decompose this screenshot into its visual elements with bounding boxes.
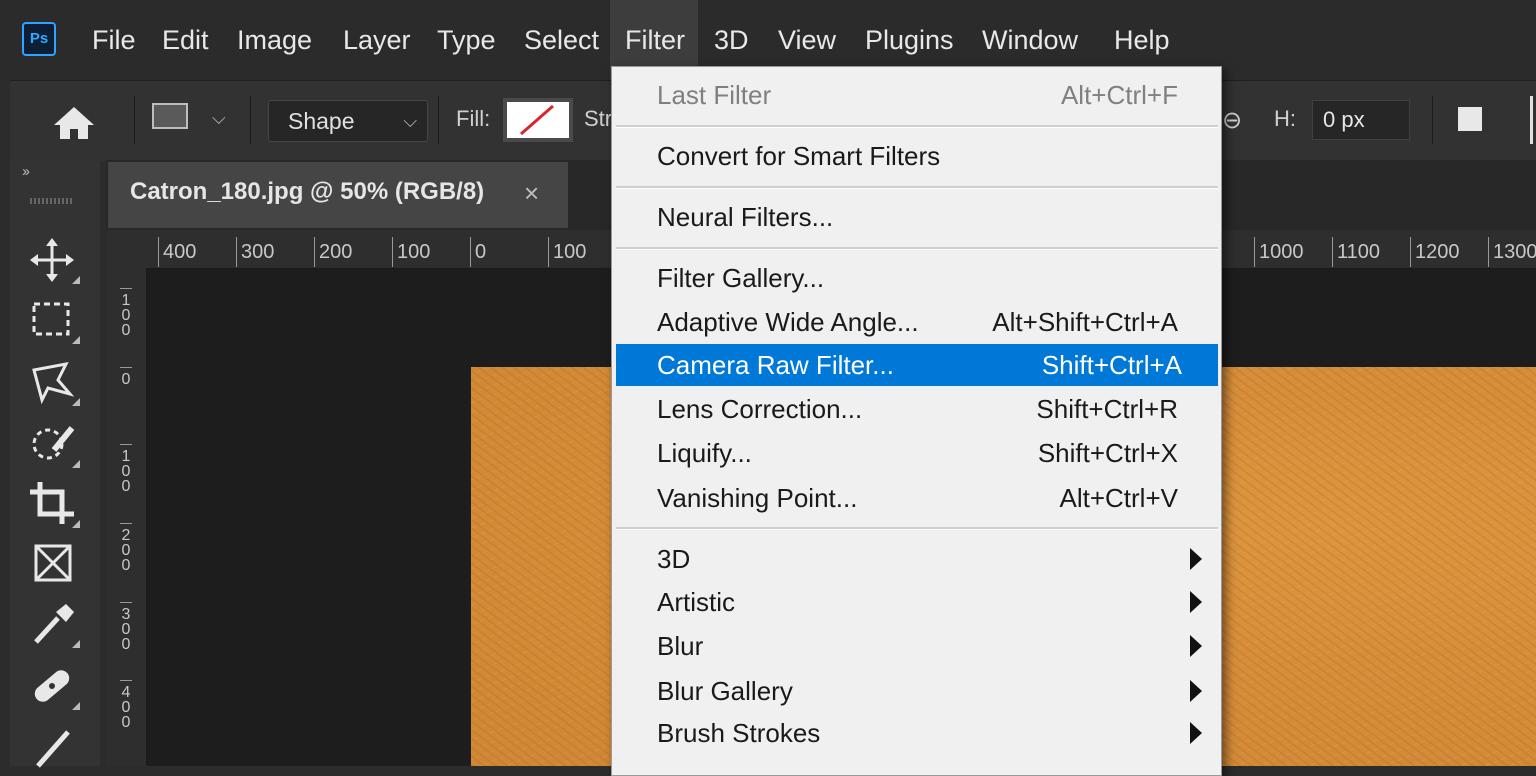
options-divider (134, 96, 135, 144)
panel-grip[interactable] (30, 198, 74, 204)
menu-item-shortcut: Shift+Ctrl+X (1037, 438, 1178, 468)
shape-mode-swatch[interactable] (152, 103, 188, 129)
ruler-tick-label: 2 0 0 (120, 523, 132, 574)
menu-item-label: Adaptive Wide Angle... (657, 307, 919, 337)
menu-item-adaptive-wide-angle[interactable]: Adaptive Wide Angle... Alt+Shift+Ctrl+A (612, 301, 1216, 343)
menu-item-blur[interactable]: Blur (612, 625, 1216, 667)
ruler-tick-label: 0 (470, 237, 486, 267)
move-tool-icon[interactable] (28, 236, 80, 284)
menu-item-label: Camera Raw Filter... (657, 350, 894, 380)
path-operations-icon[interactable] (1458, 107, 1482, 131)
fill-label: Fill: (456, 106, 491, 131)
menu-item-shortcut: Alt+Shift+Ctrl+A (992, 307, 1178, 337)
quick-selection-tool-icon[interactable] (28, 420, 80, 468)
options-divider (1432, 96, 1433, 144)
stroke-label: Str (584, 106, 613, 131)
menu-item-label: Convert for Smart Filters (657, 141, 941, 171)
healing-brush-tool-icon[interactable] (28, 662, 80, 710)
fill-swatch[interactable] (503, 98, 573, 142)
ruler-tick-label: 1000 (1254, 237, 1304, 267)
menu-item-label: Brush Strokes (657, 718, 821, 748)
menu-item-label: Vanishing Point... (657, 483, 858, 513)
menu-item-shortcut: Shift+Ctrl+R (1036, 394, 1178, 424)
document-tab-title: Catron_180.jpg @ 50% (RGB/8) (130, 178, 485, 205)
submenu-arrow-icon (1190, 591, 1202, 613)
menu-item-label: Blur (657, 631, 704, 661)
menu-select[interactable]: Select (510, 0, 613, 80)
photoshop-logo[interactable]: Ps (22, 22, 56, 56)
menu-item-liquify[interactable]: Liquify... Shift+Ctrl+X (612, 432, 1216, 474)
menu-image[interactable]: Image (223, 0, 326, 80)
menu-item-label: Lens Correction... (657, 394, 863, 424)
ruler-tick-label: 400 (158, 237, 196, 267)
chevron-down-icon: ⌵ (403, 111, 417, 131)
home-icon[interactable] (52, 105, 96, 141)
ruler-tick-label: 200 (314, 237, 352, 267)
filter-menu: Last Filter Alt+Ctrl+F Convert for Smart… (611, 66, 1222, 776)
menu-item-artistic[interactable]: Artistic (612, 581, 1216, 623)
menu-item-neural-filters[interactable]: Neural Filters... (612, 196, 1216, 238)
menu-layer[interactable]: Layer (329, 0, 425, 80)
marquee-tool-icon[interactable] (28, 296, 80, 344)
options-divider (438, 96, 439, 144)
ruler-tick-label: 1200 (1410, 237, 1460, 267)
submenu-arrow-icon (1190, 548, 1202, 570)
height-input[interactable]: 0 px (1312, 100, 1410, 140)
brush-tool-icon[interactable] (28, 722, 80, 770)
ruler-tick-label: 4 0 0 (120, 680, 132, 731)
ruler-tick-label: 300 (236, 237, 274, 267)
submenu-arrow-icon (1190, 722, 1202, 744)
close-icon[interactable]: × (524, 178, 539, 209)
menu-item-vanishing-point[interactable]: Vanishing Point... Alt+Ctrl+V (612, 477, 1216, 519)
menu-separator (616, 527, 1218, 530)
menu-file[interactable]: File (78, 0, 150, 80)
frame-tool-icon[interactable] (28, 540, 80, 588)
mode-select-value: Shape (288, 108, 355, 134)
lasso-tool-icon[interactable] (28, 358, 80, 406)
menu-item-3d[interactable]: 3D (612, 538, 1216, 580)
menu-item-shortcut: Alt+Ctrl+F (1060, 80, 1178, 110)
menu-item-shortcut: Alt+Ctrl+V (1059, 483, 1179, 513)
ruler-tick-label: 0 (120, 367, 132, 388)
crop-tool-icon[interactable] (28, 480, 80, 528)
menu-item-last-filter[interactable]: Last Filter Alt+Ctrl+F (612, 74, 1216, 116)
menu-item-camera-raw-filter[interactable]: Camera Raw Filter... Shift+Ctrl+A (616, 344, 1218, 386)
menu-item-label: Artistic (657, 587, 735, 617)
menu-item-filter-gallery[interactable]: Filter Gallery... (612, 257, 1216, 299)
submenu-arrow-icon (1190, 635, 1202, 657)
options-divider (1530, 96, 1533, 144)
submenu-arrow-icon (1190, 680, 1202, 702)
menu-item-label: Neural Filters... (657, 202, 834, 232)
height-label: H: (1274, 106, 1296, 131)
ruler-tick-label: 100 (392, 237, 430, 267)
menu-item-blur-gallery[interactable]: Blur Gallery (612, 670, 1216, 712)
ruler-tick-label: 1 0 0 (120, 288, 132, 339)
collapse-panel-icon[interactable]: ›› (22, 163, 30, 180)
ruler-tick-label: 1100 (1332, 237, 1380, 267)
ruler-tick-label: 1300 (1488, 237, 1536, 267)
mode-select[interactable]: Shape ⌵ (268, 100, 428, 142)
menu-item-label: Blur Gallery (657, 676, 793, 706)
menu-separator (616, 125, 1218, 128)
options-divider (250, 96, 251, 144)
menu-item-convert-smart-filters[interactable]: Convert for Smart Filters (612, 135, 1216, 177)
menu-item-label: Last Filter (657, 80, 772, 110)
menu-item-label: 3D (657, 544, 691, 574)
link-icon[interactable]: ⊖ (1222, 106, 1242, 135)
menu-type[interactable]: Type (423, 0, 510, 80)
ruler-tick-label: 3 0 0 (120, 602, 132, 653)
menu-separator (616, 186, 1218, 189)
menu-item-label: Filter Gallery... (657, 263, 825, 293)
menu-item-shortcut: Shift+Ctrl+A (1041, 350, 1182, 380)
chevron-down-icon[interactable]: ⌵ (212, 108, 226, 129)
ruler-tick-label: 1 0 0 (120, 444, 132, 495)
menu-item-lens-correction[interactable]: Lens Correction... Shift+Ctrl+R (612, 388, 1216, 430)
eyedropper-tool-icon[interactable] (28, 600, 80, 648)
ruler-origin[interactable] (106, 230, 146, 268)
menu-item-brush-strokes[interactable]: Brush Strokes (612, 712, 1216, 754)
menu-item-label: Liquify... (657, 438, 752, 468)
ruler-tick-label: 100 (548, 237, 586, 267)
menu-edit[interactable]: Edit (148, 0, 223, 80)
menu-separator (616, 247, 1218, 250)
